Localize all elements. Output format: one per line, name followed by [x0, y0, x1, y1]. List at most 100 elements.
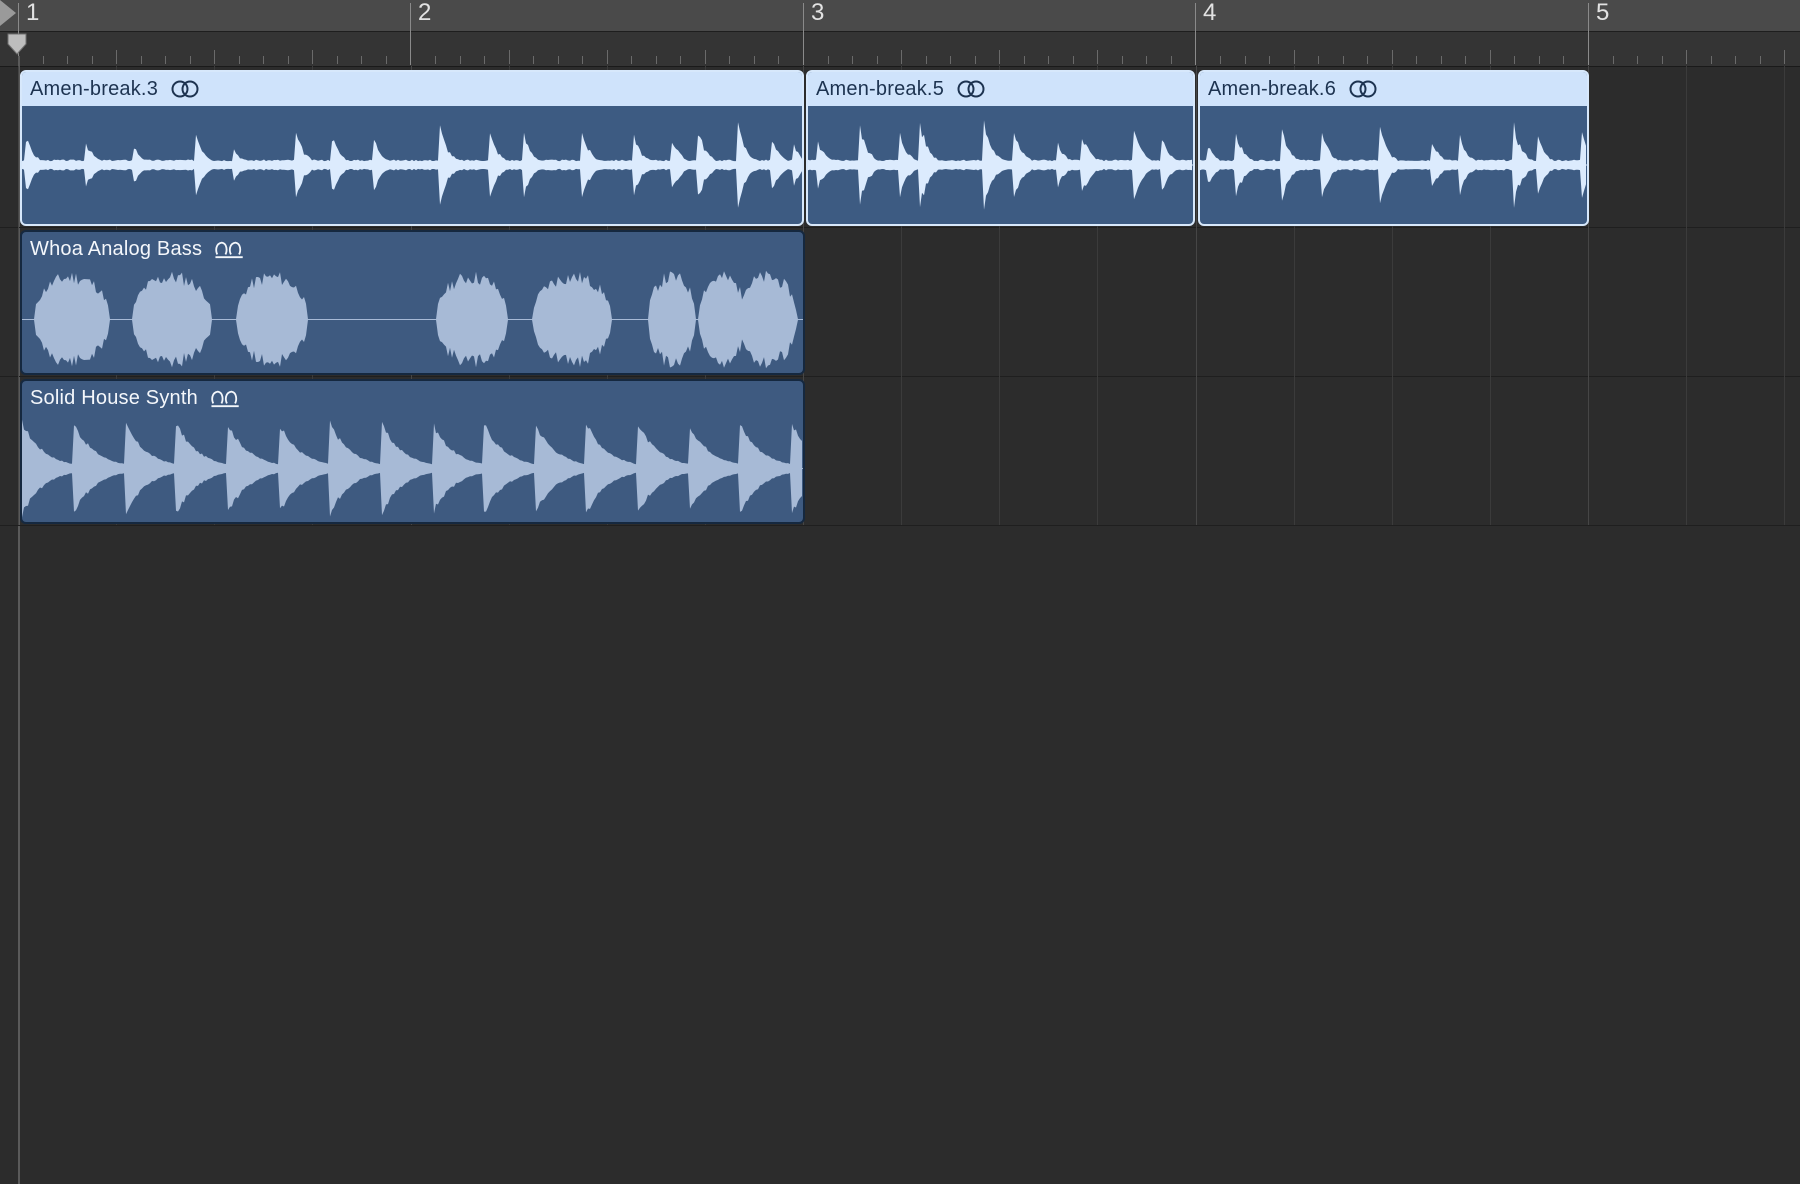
beat-tick [1686, 50, 1687, 64]
beat-tick [1269, 56, 1270, 64]
region-amen-break-5[interactable]: Amen-break.5 [806, 70, 1195, 226]
beat-tick [1662, 56, 1663, 64]
region-name: Amen-break.5 [816, 77, 945, 100]
beat-tick [975, 56, 976, 64]
beat-tick [607, 50, 608, 64]
waveform [1200, 122, 1587, 208]
beat-tick [1245, 56, 1246, 64]
playhead-marker-icon[interactable] [6, 33, 28, 55]
loop-link-icon [171, 80, 199, 98]
beat-tick [1367, 56, 1368, 64]
beat-tick [43, 56, 44, 64]
region-header[interactable]: Amen-break.5 [808, 72, 1193, 106]
bar-line [1588, 3, 1589, 65]
beat-tick [852, 56, 853, 64]
beat-tick [288, 56, 289, 64]
beat-tick [1220, 56, 1221, 64]
beat-tick [1760, 56, 1761, 64]
bar-number-2: 2 [418, 0, 432, 26]
beat-tick [263, 56, 264, 64]
beat-tick [680, 56, 681, 64]
region-header[interactable]: Whoa Analog Bass [22, 232, 803, 266]
beat-tick [1539, 56, 1540, 64]
beat-tick [1613, 56, 1614, 64]
beat-tick [1146, 56, 1147, 64]
beat-tick [1465, 56, 1466, 64]
grid-line [1686, 66, 1687, 525]
beat-tick [1392, 50, 1393, 64]
region-header[interactable]: Solid House Synth [22, 381, 803, 415]
bar-ruler[interactable] [0, 0, 1800, 32]
waveform [808, 120, 1193, 210]
beat-tick [1048, 56, 1049, 64]
beat-tick [116, 50, 117, 64]
tracks-area[interactable]: Amen-break.3 Amen-break.5 Amen-break.6 W… [0, 66, 1800, 1184]
region-amen-break-3[interactable]: Amen-break.3 [20, 70, 804, 226]
beat-tick [901, 50, 902, 64]
bar-line [410, 3, 411, 65]
grid-line [1196, 66, 1197, 525]
beat-tick [460, 56, 461, 64]
beat-tick [214, 50, 215, 64]
beat-tick [1416, 56, 1417, 64]
beat-tick [337, 56, 338, 64]
waveform [22, 270, 803, 369]
beat-tick [484, 56, 485, 64]
beat-tick [1490, 50, 1491, 64]
beat-tick [558, 56, 559, 64]
beat-tick [705, 50, 706, 64]
beat-tick [1735, 56, 1736, 64]
timeline-ruler[interactable]: 1 2 3 4 5 [0, 0, 1800, 67]
beat-tick [239, 56, 240, 64]
beat-tick [1784, 50, 1785, 64]
region-name: Amen-break.3 [30, 77, 159, 100]
region-header[interactable]: Amen-break.3 [22, 72, 802, 106]
beat-tick [361, 56, 362, 64]
bar-number-5: 5 [1596, 0, 1610, 26]
region-whoa-analog-bass[interactable]: Whoa Analog Bass [20, 230, 805, 375]
apple-loop-icon [211, 390, 239, 408]
loop-link-icon [1349, 80, 1377, 98]
region-name: Amen-break.6 [1208, 77, 1337, 100]
beat-tick [656, 56, 657, 64]
loop-link-icon [957, 80, 985, 98]
beat-tick [582, 56, 583, 64]
beat-tick [509, 50, 510, 64]
beat-tick [1318, 56, 1319, 64]
beat-tick [386, 56, 387, 64]
beat-tick [1343, 56, 1344, 64]
beat-tick [533, 56, 534, 64]
beat-tick [92, 56, 93, 64]
beat-ruler[interactable] [0, 32, 1800, 67]
beat-tick [926, 56, 927, 64]
bar-line [1195, 3, 1196, 65]
bar-number-3: 3 [811, 0, 825, 26]
beat-tick [1024, 56, 1025, 64]
beat-tick [631, 56, 632, 64]
beat-tick [778, 56, 779, 64]
beat-tick [999, 50, 1000, 64]
beat-tick [754, 56, 755, 64]
region-header[interactable]: Amen-break.6 [1200, 72, 1587, 106]
cycle-start-marker-icon[interactable] [0, 0, 16, 26]
beat-tick [1097, 50, 1098, 64]
region-solid-house-synth[interactable]: Solid House Synth [20, 379, 805, 524]
beat-tick [1711, 56, 1712, 64]
bar-number-4: 4 [1203, 0, 1217, 26]
beat-tick [141, 56, 142, 64]
region-amen-break-6[interactable]: Amen-break.6 [1198, 70, 1589, 226]
beat-tick [312, 50, 313, 64]
beat-tick [435, 56, 436, 64]
bar-line [803, 3, 804, 65]
beat-tick [67, 56, 68, 64]
beat-tick [1514, 56, 1515, 64]
beat-tick [729, 56, 730, 64]
waveform [22, 419, 803, 518]
apple-loop-icon [215, 241, 243, 259]
grid-line [18, 66, 19, 525]
beat-tick [1441, 56, 1442, 64]
beat-tick [828, 56, 829, 64]
beat-tick [1171, 56, 1172, 64]
waveform [22, 122, 802, 208]
beat-tick [877, 56, 878, 64]
